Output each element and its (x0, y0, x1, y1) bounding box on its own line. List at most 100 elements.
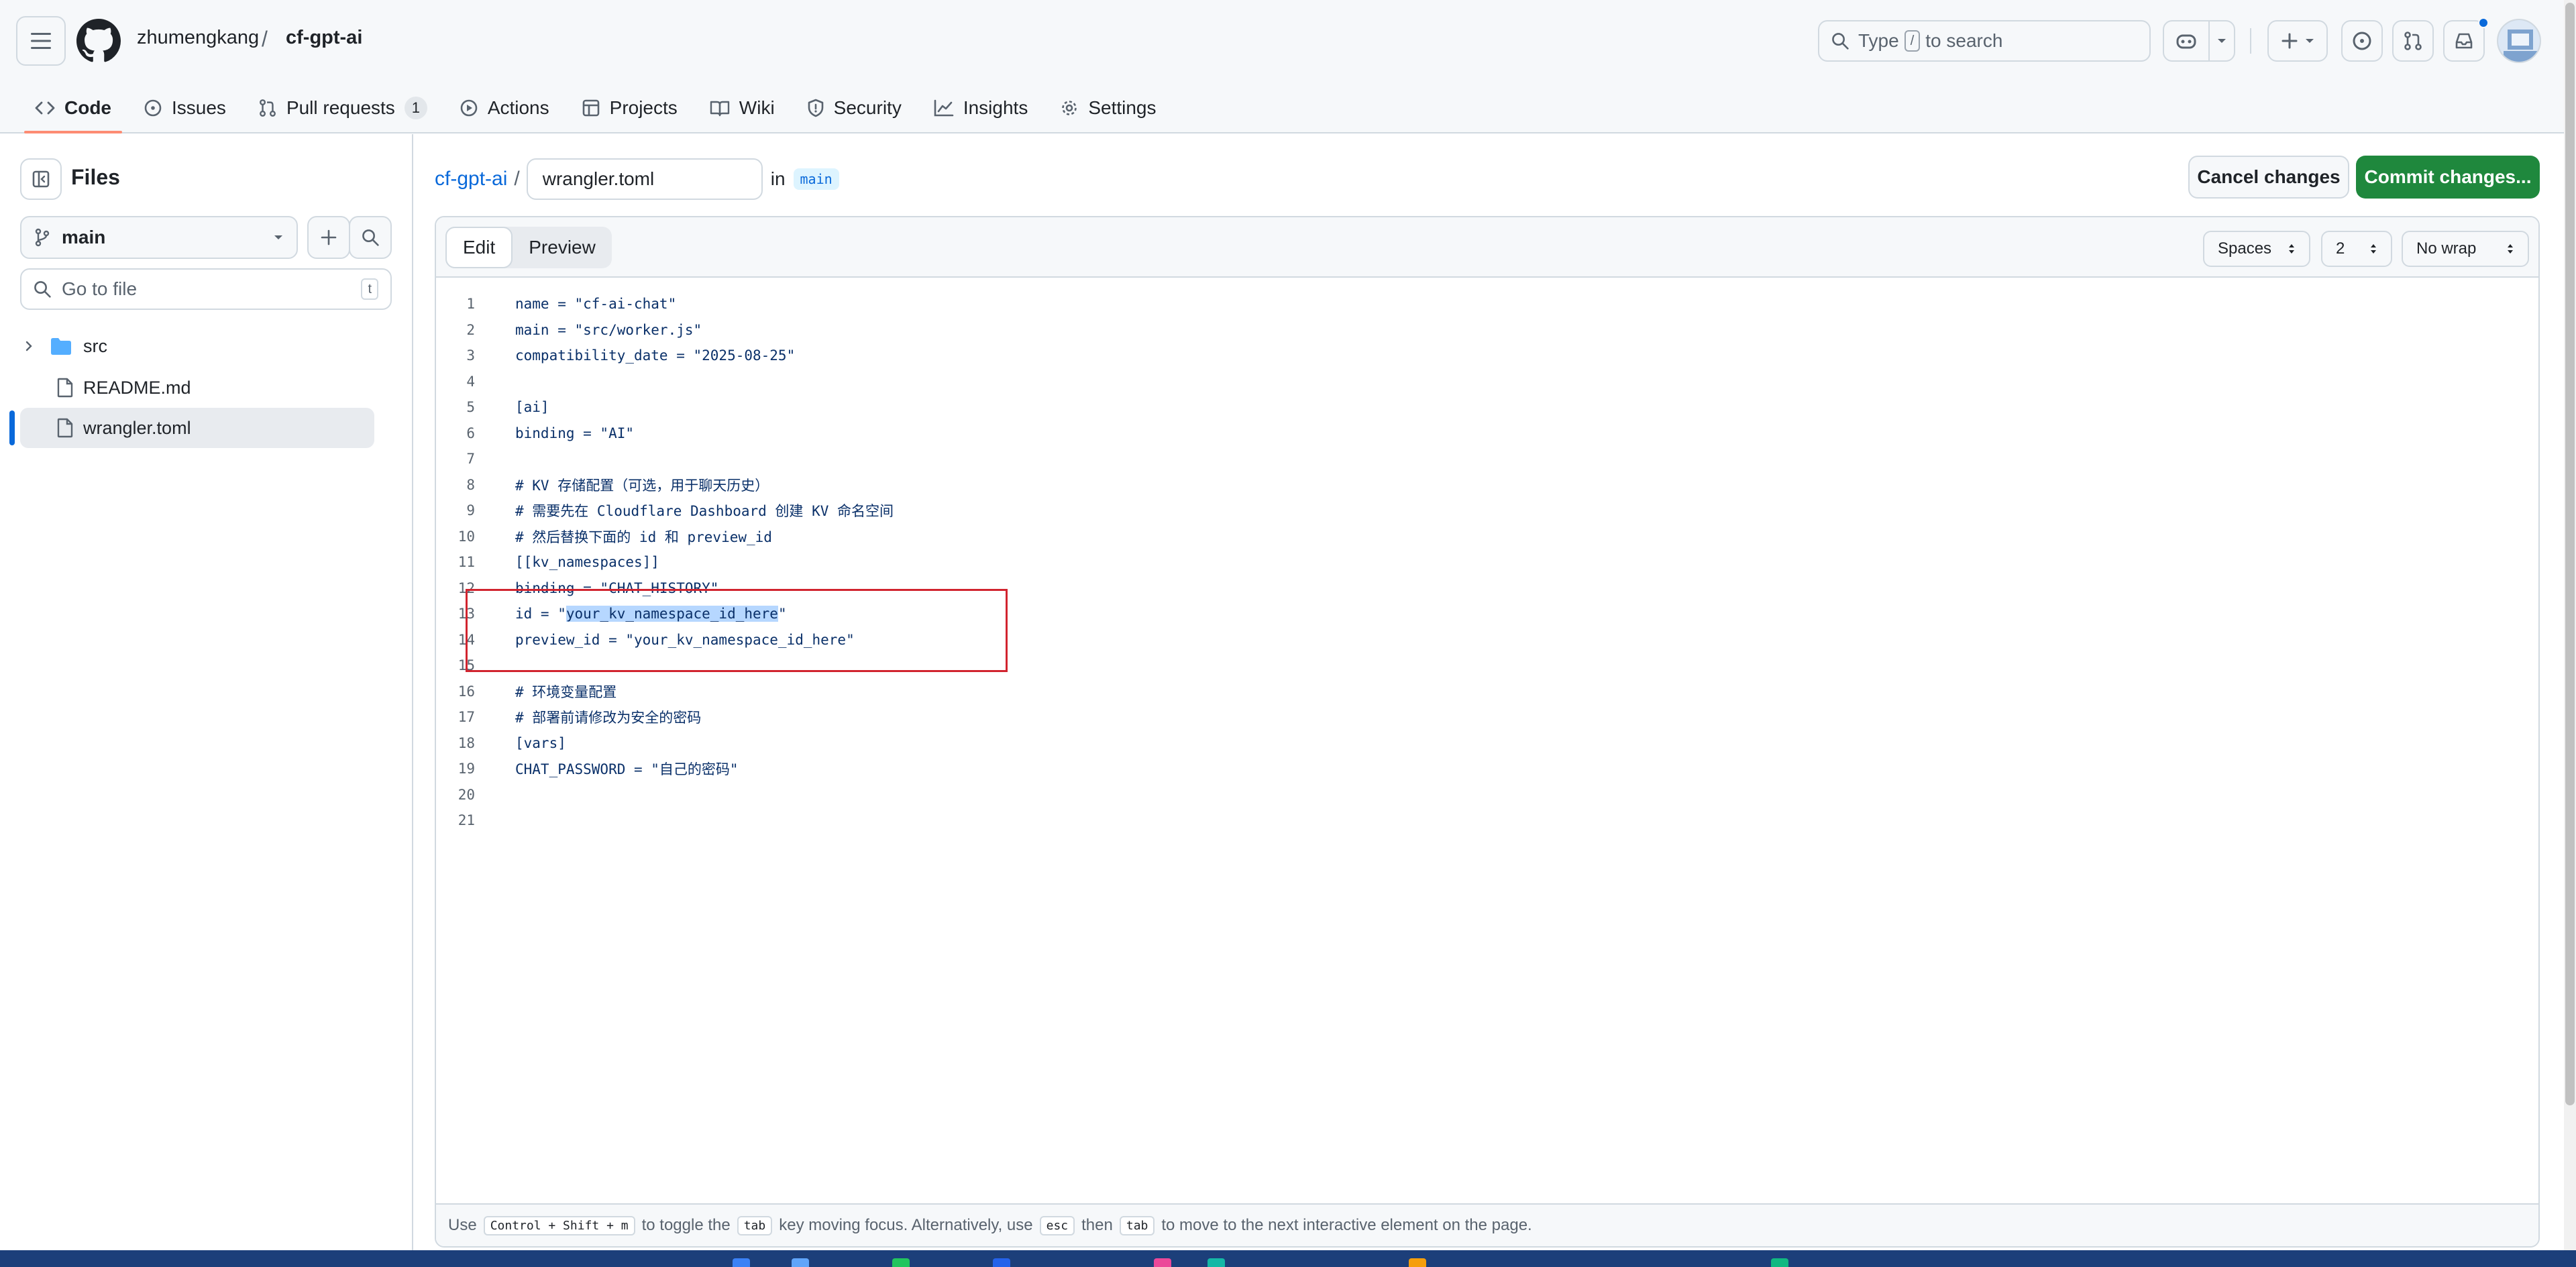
tab-preview[interactable]: Preview (513, 227, 612, 268)
code-line[interactable]: 7 (436, 446, 2538, 472)
table-icon (582, 99, 599, 117)
tab-issues[interactable]: Issues (133, 83, 237, 133)
filename-input[interactable]: wrangler.toml (526, 158, 763, 200)
select-arrows-icon (2371, 244, 2376, 254)
tab-pull-requests-label: Pull requests (286, 97, 395, 118)
tab-security[interactable]: Security (796, 83, 912, 133)
hint-text: then (1081, 1216, 1113, 1234)
code-line[interactable]: 21 (436, 808, 2538, 833)
tab-insights-label: Insights (963, 97, 1028, 118)
repo-link[interactable]: cf-gpt-ai (286, 27, 362, 49)
issues-button[interactable] (2341, 20, 2383, 62)
editor-toolbar: Edit Preview Spaces 2 No wrap (436, 217, 2538, 278)
branch-chip: main (793, 168, 839, 190)
hint-key: tab (737, 1215, 773, 1235)
taskbar-app-icon[interactable] (733, 1258, 750, 1267)
code-line[interactable]: 19 CHAT_PASSWORD = "自己的密码" (436, 756, 2538, 781)
taskbar-app-icon[interactable] (993, 1258, 1010, 1267)
code-line[interactable]: 1 name = "cf-ai-chat" (436, 291, 2538, 317)
code-line[interactable]: 5 [ai] (436, 394, 2538, 420)
git-branch-icon (35, 228, 50, 247)
taskbar-app-icon[interactable] (892, 1258, 910, 1267)
add-file-button[interactable] (307, 216, 350, 259)
taskbar-app-icon[interactable] (792, 1258, 809, 1267)
code-line[interactable]: 8 # KV 存储配置（可选，用于聊天历史） (436, 472, 2538, 498)
code-line[interactable]: 10 # 然后替换下面的 id 和 preview_id (436, 524, 2538, 549)
code-line[interactable]: 17 # 部署前请修改为安全的密码 (436, 704, 2538, 730)
code-line[interactable]: 2 main = "src/worker.js" (436, 317, 2538, 343)
code-line[interactable]: 6 binding = "AI" (436, 421, 2538, 446)
search-files-button[interactable] (349, 216, 392, 259)
hint-text: to toggle the (641, 1216, 731, 1234)
plus-icon (2282, 33, 2298, 49)
copilot-button[interactable] (2164, 21, 2210, 60)
line-content: binding = "AI" (515, 425, 635, 441)
github-logo-icon[interactable] (76, 19, 121, 63)
shield-icon (808, 99, 823, 117)
pull-requests-count: 1 (404, 97, 427, 119)
caret-down-icon (2306, 39, 2314, 43)
tree-item-wrangler[interactable]: wrangler.toml (20, 408, 374, 448)
hint-key: esc (1039, 1215, 1075, 1235)
hamburger-menu-button[interactable] (16, 16, 66, 66)
path-separator: / (514, 168, 520, 190)
line-number: 21 (458, 812, 475, 828)
line-content: [ai] (515, 399, 549, 415)
global-search-input[interactable]: Type / to search (1818, 20, 2151, 62)
wrap-mode-select[interactable]: No wrap (2402, 231, 2529, 267)
code-line[interactable]: 16 # 环境变量配置 (436, 679, 2538, 704)
line-number: 18 (458, 734, 475, 751)
tree-item-src[interactable]: src (20, 326, 374, 366)
scrollbar-thumb[interactable] (2565, 3, 2575, 1105)
select-arrows-icon (2508, 244, 2513, 254)
tab-code[interactable]: Code (24, 83, 122, 133)
taskbar-app-icon[interactable] (1154, 1258, 1171, 1267)
tree-item-readme[interactable]: README.md (20, 368, 374, 408)
tab-wiki[interactable]: Wiki (699, 83, 786, 133)
commit-changes-button[interactable]: Commit changes... (2356, 156, 2540, 199)
taskbar-app-icon[interactable] (1208, 1258, 1225, 1267)
issue-opened-icon (144, 99, 162, 117)
go-to-file-input[interactable]: Go to file t (20, 268, 392, 310)
code-line[interactable]: 18 [vars] (436, 730, 2538, 756)
search-shortcut-key: / (1904, 30, 1921, 52)
taskbar-app-icon[interactable] (1409, 1258, 1426, 1267)
branch-selector[interactable]: main (20, 216, 298, 259)
code-line[interactable]: 9 # 需要先在 Cloudflare Dashboard 创建 KV 命名空间 (436, 498, 2538, 523)
inbox-button[interactable] (2443, 20, 2485, 62)
indent-mode-select[interactable]: Spaces (2203, 231, 2310, 267)
tab-projects[interactable]: Projects (571, 83, 688, 133)
line-number: 7 (466, 451, 475, 467)
indent-size-select[interactable]: 2 (2321, 231, 2392, 267)
select-arrows-icon (2289, 244, 2294, 254)
play-icon (460, 99, 478, 117)
cancel-changes-button[interactable]: Cancel changes (2188, 156, 2349, 199)
pull-requests-button[interactable] (2392, 20, 2434, 62)
owner-link[interactable]: zhumengkang (137, 27, 259, 49)
tab-actions[interactable]: Actions (449, 83, 560, 133)
collapse-sidebar-button[interactable] (20, 158, 62, 200)
user-avatar[interactable] (2497, 19, 2541, 63)
create-new-button[interactable] (2267, 20, 2328, 62)
go-to-file-shortcut: t (361, 278, 378, 300)
path-repo-link[interactable]: cf-gpt-ai (435, 168, 507, 190)
tab-pull-requests[interactable]: Pull requests 1 (248, 83, 438, 133)
tab-edit[interactable]: Edit (445, 227, 513, 268)
line-number: 20 (458, 786, 475, 803)
copilot-menu-button[interactable] (2210, 38, 2234, 44)
code-line[interactable]: 3 compatibility_date = "2025-08-25" (436, 343, 2538, 368)
hint-key: Control + Shift + m (483, 1215, 635, 1235)
line-number: 3 (466, 347, 475, 364)
tab-settings[interactable]: Settings (1049, 83, 1167, 133)
search-icon (34, 281, 51, 298)
code-line[interactable]: 20 (436, 782, 2538, 808)
folder-icon (51, 338, 71, 355)
code-line[interactable]: 4 (436, 369, 2538, 394)
code-editor: Edit Preview Spaces 2 No wrap 1 name = "c… (435, 216, 2540, 1248)
code-line[interactable]: 11 [[kv_namespaces]] (436, 549, 2538, 575)
tab-insights[interactable]: Insights (923, 83, 1039, 133)
indent-mode-value: Spaces (2218, 239, 2272, 258)
issue-opened-icon (2353, 32, 2371, 50)
line-content: # KV 存储配置（可选，用于聊天历史） (515, 477, 769, 494)
taskbar-app-icon[interactable] (1771, 1258, 1788, 1267)
